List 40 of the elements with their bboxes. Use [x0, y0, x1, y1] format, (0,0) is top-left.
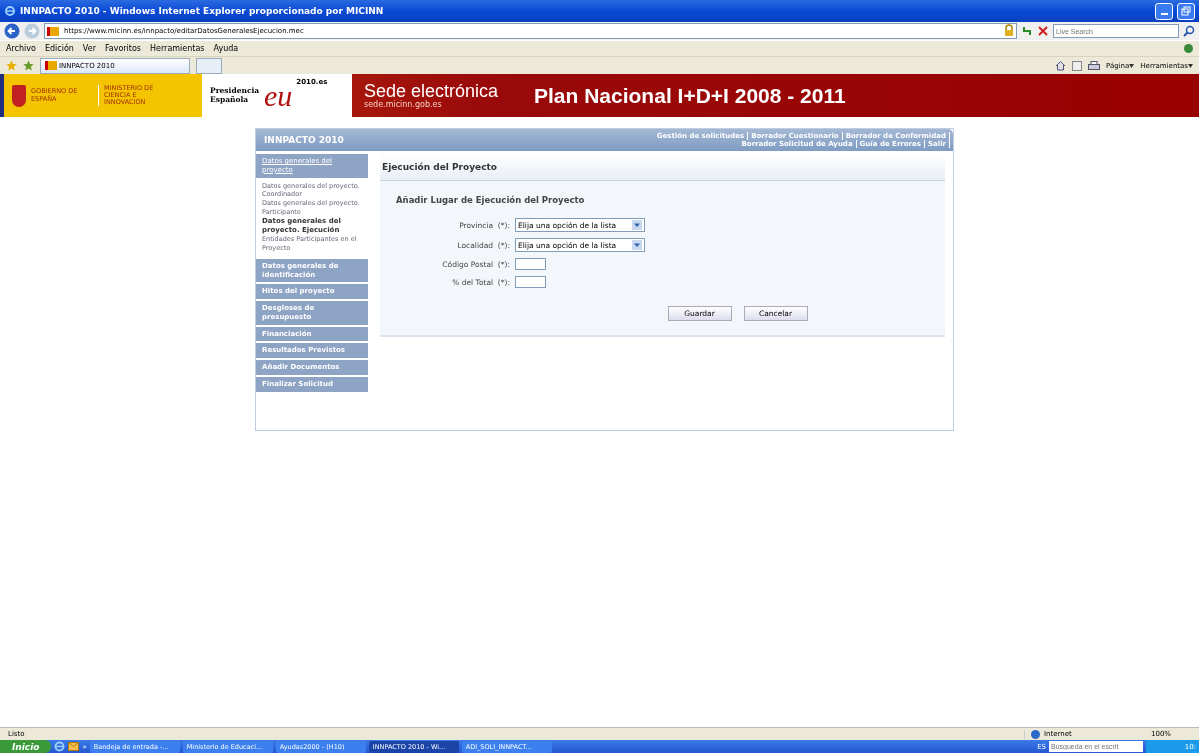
browser-logo-icon	[4, 5, 16, 17]
print-icon[interactable]	[1088, 60, 1100, 71]
input-field[interactable]	[515, 276, 546, 288]
menu-item[interactable]: Edición	[44, 44, 74, 53]
caret-icon	[1129, 63, 1135, 68]
restore-button[interactable]	[1177, 2, 1195, 20]
section-title: Ejecución del Proyecto	[382, 162, 497, 172]
minimize-button[interactable]	[1155, 2, 1173, 20]
minimize-icon	[1160, 13, 1168, 15]
menu-item[interactable]: Herramientas	[150, 44, 205, 53]
app-title: INNPACTO 2010	[264, 135, 344, 145]
new-tab-button[interactable]	[196, 57, 222, 74]
browser-quicklaunch-icon[interactable]	[54, 741, 66, 752]
start-button[interactable]: Inicio	[0, 740, 52, 753]
window-title: INNPACTO 2010 - Windows Internet Explorer proporcionado por MICINN	[20, 6, 384, 16]
mail-quicklaunch-icon[interactable]	[68, 742, 80, 751]
back-icon[interactable]	[4, 23, 20, 39]
caret-icon	[1188, 63, 1193, 68]
restore-icon	[1181, 6, 1191, 16]
add-favorite-star-icon[interactable]	[23, 60, 34, 71]
menu-item[interactable]: Archivo	[6, 44, 36, 53]
home-icon[interactable]	[1055, 60, 1066, 71]
search-icon[interactable]	[1183, 25, 1195, 37]
stop-icon[interactable]	[1037, 25, 1049, 37]
eu-logo-text: eu	[264, 80, 293, 111]
favicon-icon	[47, 26, 59, 36]
input-field[interactable]	[515, 258, 546, 270]
lock-icon	[1004, 24, 1014, 38]
menu-item[interactable]: Ayuda	[213, 44, 239, 53]
coat-of-arms-icon	[12, 84, 26, 107]
menu-item[interactable]: Favoritos	[104, 44, 142, 53]
feed-icon[interactable]	[1072, 60, 1082, 71]
form-title: Añadir Lugar de Ejecución del Proyecto	[395, 195, 586, 205]
globe-icon	[1184, 44, 1193, 53]
menu-item[interactable]: Ver	[82, 44, 96, 53]
favorites-star-icon[interactable]	[6, 60, 17, 71]
plan-title: Plan Nacional I+D+I 2008 - 2011	[533, 83, 846, 108]
sede-title: Sede electrónica	[364, 81, 500, 101]
refresh-icon[interactable]	[1021, 25, 1033, 37]
sede-url: sede.micinn.gob.es	[364, 100, 443, 110]
